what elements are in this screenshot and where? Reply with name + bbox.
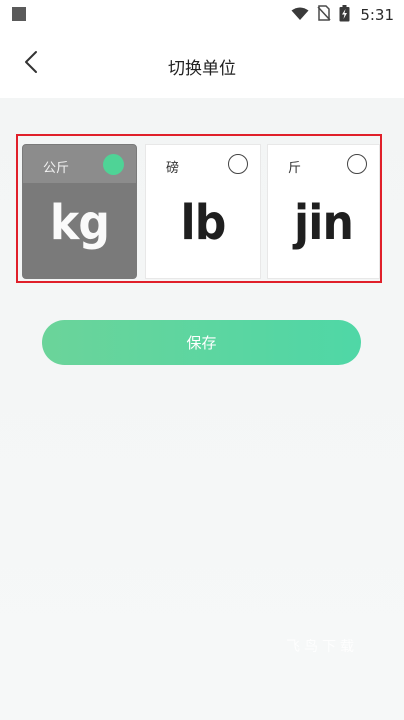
unit-name: 公斤 (43, 161, 70, 176)
unit-option-lb[interactable]: 磅 lb (145, 144, 261, 279)
watermark: 飞鸟下载 (286, 639, 358, 655)
unit-option-header: 公斤 (23, 145, 136, 183)
unit-selector: 公斤 kg 磅 lb 斤 jin (16, 134, 382, 283)
status-time: 5:31 (360, 6, 394, 24)
unit-option-header: 斤 (268, 145, 379, 183)
radio-selected-icon[interactable] (103, 154, 124, 175)
main-content: 公斤 kg 磅 lb 斤 jin 保存 飞鸟下载 (0, 98, 404, 720)
unit-symbol: kg (49, 195, 110, 251)
unit-option-header: 磅 (146, 145, 260, 183)
unit-option-jin[interactable]: 斤 jin (267, 144, 380, 279)
unit-name: 磅 (166, 161, 180, 176)
page-title: 切换单位 (168, 59, 236, 79)
no-sim-icon (317, 5, 331, 25)
nav-header: 切换单位 (0, 30, 404, 98)
unit-symbol: lb (180, 195, 227, 251)
radio-unselected-icon[interactable] (228, 154, 248, 174)
notification-icon (12, 7, 26, 21)
unit-option-kg[interactable]: 公斤 kg (22, 144, 137, 279)
battery-charging-icon (339, 4, 350, 26)
radio-unselected-icon[interactable] (347, 154, 367, 174)
save-button[interactable]: 保存 (42, 320, 361, 365)
status-icons: 5:31 (291, 4, 394, 26)
wifi-icon (291, 6, 309, 25)
unit-symbol: jin (294, 195, 354, 251)
unit-name: 斤 (288, 161, 302, 176)
status-bar: 5:31 (0, 0, 404, 30)
